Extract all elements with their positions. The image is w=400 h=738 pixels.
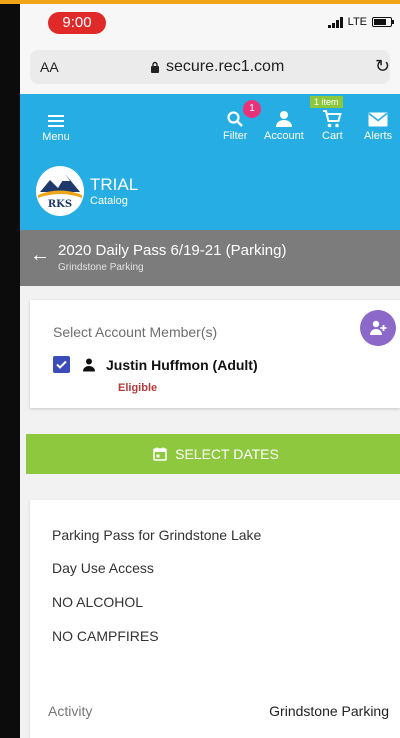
account-button[interactable]: Account: [264, 108, 304, 142]
description-line: Parking Pass for Grindstone Lake: [52, 527, 262, 543]
select-dates-label: SELECT DATES: [175, 446, 279, 462]
calendar-icon: [153, 447, 167, 461]
reload-icon[interactable]: ↻: [375, 56, 390, 77]
menu-label: Menu: [42, 131, 70, 143]
search-icon: [227, 111, 244, 127]
logo-text: RKS: [47, 199, 73, 210]
status-time: 9:00: [48, 12, 106, 34]
member-checkbox[interactable]: [53, 356, 70, 373]
page-header: ← 2020 Daily Pass 6/19-21 (Parking) Grin…: [20, 230, 400, 286]
text-size-button[interactable]: AA: [40, 59, 59, 75]
brand-subtitle: Catalog: [90, 195, 128, 207]
filter-badge: 1: [243, 100, 261, 118]
battery-icon: [372, 17, 394, 27]
member-card: Select Account Member(s) Justin Huffmon …: [30, 300, 400, 408]
activity-label: Activity: [48, 703, 93, 719]
cart-badge: 1 item: [310, 96, 343, 108]
description-line: NO CAMPFIRES: [52, 628, 159, 644]
description-line: NO ALCOHOL: [52, 594, 144, 610]
logo: RKS: [36, 166, 84, 216]
hamburger-icon: [48, 115, 64, 127]
url-text: secure.rec1.com: [166, 58, 285, 75]
check-icon: [56, 360, 67, 369]
menu-button[interactable]: Menu: [38, 112, 74, 143]
lock-icon: [151, 61, 159, 73]
mail-icon: [368, 112, 388, 126]
brand-title: TRIAL: [90, 175, 139, 194]
network-type: LTE: [347, 16, 367, 28]
person-icon: [83, 358, 95, 371]
address-field[interactable]: AA secure.rec1.com ↻: [30, 50, 390, 84]
alerts-label: Alerts: [364, 130, 393, 142]
back-arrow-icon[interactable]: ←: [30, 244, 50, 267]
cart-icon: [323, 110, 343, 128]
alerts-button[interactable]: Alerts: [364, 108, 392, 142]
activity-value: Grindstone Parking: [269, 703, 389, 719]
description-line: Day Use Access: [52, 560, 154, 576]
account-label: Account: [264, 130, 304, 142]
cart-label: Cart: [322, 130, 343, 142]
page-subtitle: Grindstone Parking: [58, 262, 144, 273]
member-name: Justin Huffmon (Adult): [106, 356, 258, 373]
brand[interactable]: RKS TRIAL Catalog: [36, 166, 138, 216]
status-bar: 9:00 LTE: [20, 4, 400, 42]
app-header: Menu 1 Filter Account 1 item Cart Alerts…: [20, 94, 400, 230]
eligibility-status: Eligible: [118, 382, 158, 394]
add-user-icon: [370, 320, 387, 335]
status-indicators: LTE: [327, 16, 394, 28]
phone-screen: 9:00 LTE AA secure.rec1.com ↻ Menu 1 Fil…: [20, 4, 400, 738]
add-member-button[interactable]: [360, 310, 396, 346]
member-row[interactable]: Justin Huffmon (Adult): [53, 356, 258, 373]
user-icon: [275, 111, 292, 127]
browser-url-bar: AA secure.rec1.com ↻: [20, 42, 400, 94]
filter-button[interactable]: 1 Filter: [223, 100, 261, 142]
page-title: 2020 Daily Pass 6/19-21 (Parking): [58, 242, 287, 259]
url-display[interactable]: secure.rec1.com: [150, 58, 284, 76]
signal-icon: [327, 16, 343, 28]
select-dates-button[interactable]: SELECT DATES: [26, 434, 400, 474]
cart-button[interactable]: 1 item Cart: [310, 96, 343, 142]
filter-label: Filter: [223, 130, 248, 142]
details-card: Parking Pass for Grindstone Lake Day Use…: [30, 500, 400, 738]
member-section-label: Select Account Member(s): [53, 324, 218, 340]
